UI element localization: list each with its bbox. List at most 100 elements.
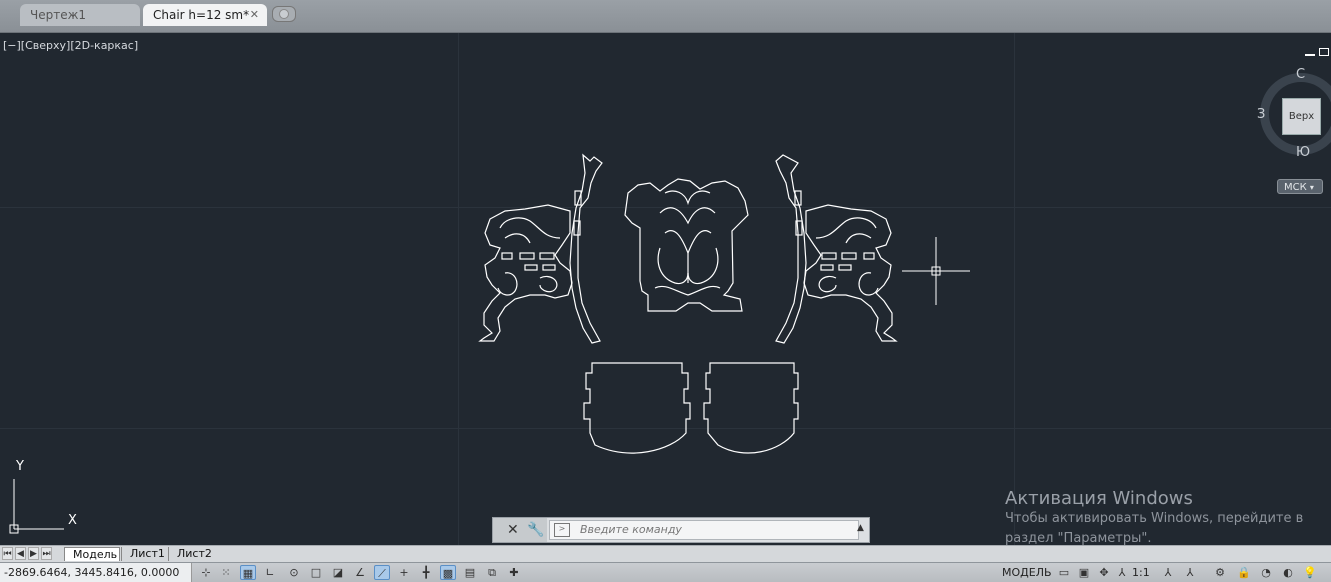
chevron-down-icon: ▾ [1309, 183, 1314, 192]
right-slot [841, 252, 857, 260]
left-side-panel [569, 153, 603, 344]
right-armrest [803, 204, 898, 342]
tab-model[interactable]: Модель [64, 547, 120, 561]
backrest-ornament [664, 190, 711, 206]
layout-tab-label: Лист1 [130, 547, 165, 560]
workspace-gear-icon[interactable]: ⚙ [1212, 565, 1228, 580]
annotation-visibility-icon[interactable]: ⅄ [1160, 565, 1176, 580]
layout-tab-label: Модель [73, 548, 118, 561]
viewcube[interactable]: Верх С Ю З [1257, 67, 1331, 160]
model-space-toggle[interactable]: МОДЕЛЬ [1002, 563, 1052, 582]
close-icon[interactable]: ✕ [507, 522, 519, 538]
command-input[interactable]: > Введите команду [549, 520, 859, 540]
activation-line2: раздел "Параметры". [1005, 531, 1152, 545]
compass-north[interactable]: С [1296, 67, 1305, 82]
coordinates-readout[interactable]: -2869.6464, 3445.8416, 0.0000 [0, 563, 192, 582]
lineweight-icon[interactable]: ╋ [418, 565, 434, 580]
activation-line1: Чтобы активировать Windows, перейдите в [1005, 511, 1304, 526]
annotation-scale-icon[interactable]: ⅄ [1114, 565, 1130, 580]
transparency-icon[interactable]: ▩ [440, 565, 456, 580]
wrench-icon[interactable]: 🔧 [527, 522, 544, 538]
backrest-ornament [664, 230, 712, 255]
layout-tabs-bar: ⏮ ◀ ▶ ⏭ Модель Лист1 Лист2 [0, 545, 1331, 562]
dynamic-ucs-icon[interactable]: ⟋ [374, 565, 390, 580]
ortho-icon[interactable]: ∟ [262, 565, 278, 580]
left-slot [519, 252, 535, 260]
left-slot [501, 252, 513, 260]
command-placeholder: Введите команду [580, 523, 682, 536]
windows-activation-watermark: Активация Windows Чтобы активировать Win… [1005, 488, 1303, 545]
ucs-y-label: Y [16, 459, 24, 474]
prev-layout-icon[interactable]: ◀ [15, 547, 26, 560]
quick-properties-icon[interactable]: ▤ [462, 565, 478, 580]
seat-piece-left [583, 362, 691, 454]
right-slot [838, 264, 852, 271]
ucs-x-label: X [68, 513, 77, 528]
lightbulb-icon[interactable]: 💡 [1302, 565, 1318, 580]
status-bar: -2869.6464, 3445.8416, 0.0000 ⊹ ⁙ ▦ ∟ ⊙ … [0, 562, 1331, 582]
crosshair-cursor [902, 237, 970, 305]
auto-scale-icon[interactable]: ⅄ [1182, 565, 1198, 580]
quick-view-drawings-icon[interactable]: ▣ [1076, 565, 1092, 580]
compass-south[interactable]: Ю [1296, 145, 1310, 160]
new-tab-button[interactable] [272, 6, 296, 22]
tab-label: Chair h=12 sm* [153, 8, 250, 22]
first-layout-icon[interactable]: ⏮ [2, 547, 13, 560]
close-tab-icon[interactable]: ✕ [250, 4, 259, 26]
right-side-panel [775, 154, 807, 344]
right-leg-detail [818, 275, 837, 293]
grid-icon[interactable]: ▦ [240, 565, 256, 580]
right-scroll [845, 233, 872, 244]
backrest-ornament [659, 207, 716, 225]
pan-icon[interactable]: ✥ [1096, 565, 1112, 580]
compass-west[interactable]: З [1257, 107, 1265, 122]
polar-icon[interactable]: ⊙ [286, 565, 302, 580]
tab-layout1[interactable]: Лист1 [121, 547, 167, 561]
tab-label: Чертеж1 [30, 8, 87, 22]
right-slot [820, 264, 834, 271]
left-slot [524, 264, 538, 271]
tab-chair[interactable]: Chair h=12 sm* ✕ [143, 4, 267, 26]
backrest-ornament [654, 285, 721, 296]
drawing-viewport[interactable]: [−][Сверху][2D-каркас] Y X Верх С Ю З МС… [0, 33, 1331, 545]
3d-osnap-icon[interactable]: ◪ [330, 565, 346, 580]
document-tab-bar: Чертеж1 Chair h=12 sm* ✕ [0, 0, 1331, 33]
hardware-acceleration-icon[interactable]: ◔ [1258, 565, 1274, 580]
backrest-ornament [687, 247, 719, 285]
left-leg-detail [497, 272, 518, 296]
activation-title: Активация Windows [1005, 488, 1193, 509]
chair-parts-drawing [9, 153, 970, 534]
chevron-up-icon[interactable]: ▲ [857, 523, 864, 533]
tab-layout2[interactable]: Лист2 [168, 547, 218, 561]
seat-piece-right [703, 362, 799, 454]
right-slot [821, 252, 837, 260]
left-armrest [478, 204, 573, 342]
prompt-icon: > [554, 523, 570, 537]
dynamic-input-icon[interactable]: + [396, 565, 412, 580]
isolate-objects-icon[interactable]: ◐ [1280, 565, 1296, 580]
toolbar-lock-icon[interactable]: 🔒 [1236, 565, 1252, 580]
ucs-icon [9, 479, 64, 534]
annotation-scale-value[interactable]: 1:1 [1132, 563, 1150, 582]
annotation-monitor-icon[interactable]: ✚ [506, 565, 522, 580]
tab-drawing1[interactable]: Чертеж1 [20, 4, 140, 26]
left-scroll [504, 233, 531, 244]
selection-cycling-icon[interactable]: ⧉ [484, 565, 500, 580]
left-leg-detail [539, 275, 558, 293]
object-snap-icon[interactable]: □ [308, 565, 324, 580]
last-layout-icon[interactable]: ⏭ [41, 547, 52, 560]
command-line[interactable]: ✕ 🔧 > Введите команду ▲ [492, 517, 870, 543]
right-slot [863, 252, 875, 260]
wcs-menu[interactable]: МСК ▾ [1277, 179, 1323, 194]
quick-view-layouts-icon[interactable]: ▭ [1056, 565, 1072, 580]
left-slot [542, 264, 556, 271]
next-layout-icon[interactable]: ▶ [28, 547, 39, 560]
layout-tab-label: Лист2 [177, 547, 212, 560]
otrack-icon[interactable]: ∠ [352, 565, 368, 580]
wcs-label: МСК [1284, 182, 1307, 193]
backrest-ornament [657, 247, 689, 285]
snap-icon[interactable]: ⁙ [218, 565, 234, 580]
infer-constraints-icon[interactable]: ⊹ [198, 565, 214, 580]
left-slot [539, 252, 555, 260]
viewcube-top-face[interactable]: Верх [1282, 98, 1321, 135]
